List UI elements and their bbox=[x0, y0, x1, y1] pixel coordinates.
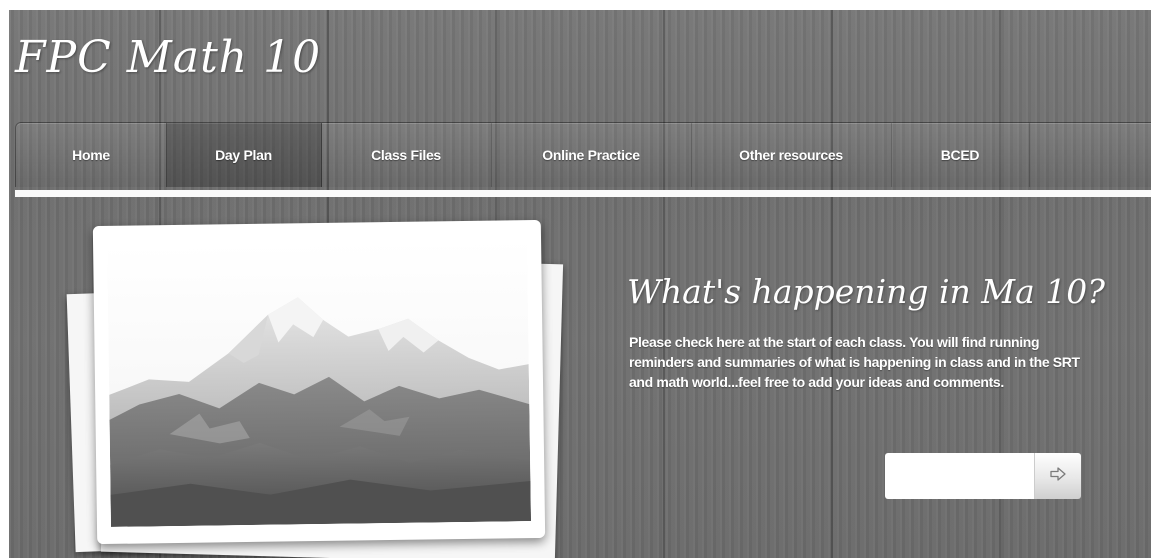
nav-divider bbox=[15, 190, 1151, 197]
nav-item-online-practice[interactable]: Online Practice bbox=[491, 123, 692, 187]
signup-input[interactable] bbox=[885, 453, 1034, 499]
mountain-photo bbox=[107, 239, 531, 527]
nav-item-other-resources[interactable]: Other resources bbox=[691, 123, 892, 187]
submit-button[interactable] bbox=[1034, 453, 1081, 499]
nav-item-bced[interactable]: BCED bbox=[891, 123, 1030, 187]
page-frame: FPC Math 10 Home Day Plan Class Files On… bbox=[9, 10, 1151, 558]
site-title[interactable]: FPC Math 10 bbox=[15, 32, 321, 83]
hero-photo-frame bbox=[92, 219, 546, 545]
nav-item-home[interactable]: Home bbox=[16, 123, 167, 187]
hero-description: Please check here at the start of each c… bbox=[629, 334, 1080, 390]
hero-heading: What's happening in Ma 10? bbox=[627, 272, 1105, 311]
nav-item-day-plan[interactable]: Day Plan bbox=[166, 123, 322, 187]
arrow-right-icon bbox=[1050, 466, 1066, 486]
nav-item-class-files[interactable]: Class Files bbox=[321, 123, 492, 187]
main-nav: Home Day Plan Class Files Online Practic… bbox=[15, 122, 1151, 187]
